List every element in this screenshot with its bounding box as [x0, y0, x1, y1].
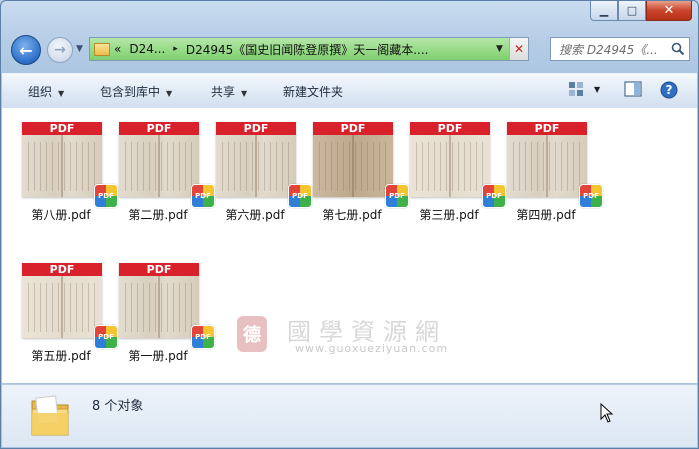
search-icon[interactable] — [667, 42, 689, 56]
search-input[interactable]: 搜索 D24945《... — [559, 41, 667, 58]
address-bar[interactable]: « D24... ▸ D24945《国史旧闻陈登原撰》天一阁藏本.... ▼ ✕ — [89, 37, 529, 61]
pdf-app-icon: PDF — [94, 184, 118, 208]
pdf-thumbnail: PDF PDF — [119, 122, 215, 208]
address-breadcrumb: « D24... ▸ D24945《国史旧闻陈登原撰》天一阁藏本.... ▼ — [90, 38, 512, 60]
include-in-library-label: 包含到库中 — [100, 85, 161, 99]
pdf-app-icon: PDF — [288, 184, 312, 208]
chevron-down-icon: ▼ — [241, 89, 248, 98]
help-icon[interactable]: ? — [660, 81, 678, 102]
recent-pages-dropdown[interactable]: ▼ — [76, 44, 83, 54]
item-count: 8 个对象 — [92, 399, 144, 414]
pdf-label: PDF — [22, 263, 102, 276]
file-name: 第七册.pdf — [322, 208, 382, 222]
mouse-pointer-icon — [600, 402, 614, 426]
maximize-button[interactable]: □ — [618, 1, 646, 21]
svg-text:?: ? — [666, 83, 673, 97]
file-name: 第二册.pdf — [128, 208, 188, 222]
forward-button[interactable]: → — [47, 37, 73, 63]
minimize-button[interactable]: ▁ — [590, 1, 618, 21]
caption-buttons: ▁ □ ✕ — [590, 1, 692, 21]
page-fold — [158, 135, 160, 197]
file-list[interactable]: PDF PDF 第八册.pdf PDF PDF 第二册.pdf PDF PDF — [2, 108, 697, 383]
pdf-label: PDF — [22, 122, 102, 135]
change-view-icon[interactable] — [568, 81, 584, 100]
organize-menu[interactable]: 组织 ▼ — [28, 83, 64, 100]
page-fold — [449, 135, 451, 197]
chevron-down-icon: ▼ — [58, 89, 65, 98]
explorer-window: ▁ □ ✕ ← → ▼ « D24... ▸ D24945《国史旧闻陈登原撰》天… — [0, 0, 699, 449]
page-fold — [61, 135, 63, 197]
pdf-thumbnail: PDF PDF — [22, 263, 118, 349]
organize-label: 组织 — [28, 85, 53, 99]
pdf-label: PDF — [410, 122, 490, 135]
watermark: 德 國學資源網 www.guoxueziyuan.com — [237, 312, 467, 360]
include-in-library-menu[interactable]: 包含到库中 ▼ — [100, 83, 172, 100]
pdf-label: PDF — [216, 122, 296, 135]
pdf-app-icon: PDF — [482, 184, 506, 208]
pdf-thumbnail: PDF PDF — [119, 263, 215, 349]
page-fold — [546, 135, 548, 197]
file-name: 第六册.pdf — [225, 208, 285, 222]
folder-icon — [94, 42, 110, 56]
navigation-bar: ← → ▼ « D24... ▸ D24945《国史旧闻陈登原撰》天一阁藏本..… — [9, 35, 690, 65]
address-overflow-chevron[interactable]: « — [114, 42, 121, 56]
pdf-thumbnail: PDF PDF — [410, 122, 506, 208]
watermark-chinese-text: 國學資源網 — [287, 318, 447, 346]
page-fold — [158, 276, 160, 338]
pdf-label: PDF — [507, 122, 587, 135]
pdf-label: PDF — [119, 263, 199, 276]
pdf-thumbnail: PDF PDF — [22, 122, 118, 208]
page-fold — [255, 135, 257, 197]
pdf-thumbnail: PDF PDF — [313, 122, 409, 208]
close-button[interactable]: ✕ — [646, 1, 692, 21]
address-clear-button[interactable]: ✕ — [509, 38, 528, 60]
file-name: 第一册.pdf — [128, 349, 188, 363]
pdf-app-icon: PDF — [579, 184, 603, 208]
search-box[interactable]: 搜索 D24945《... — [550, 37, 690, 61]
pdf-thumbnail: PDF PDF — [216, 122, 312, 208]
command-bar: 组织 ▼ 包含到库中 ▼ 共享 ▼ 新建文件夹 ▼ ? — [2, 73, 697, 109]
address-dropdown-icon[interactable]: ▼ — [496, 44, 503, 54]
pdf-thumbnail: PDF PDF — [507, 122, 603, 208]
pdf-app-icon: PDF — [191, 184, 215, 208]
file-name: 第三册.pdf — [419, 208, 479, 222]
share-menu[interactable]: 共享 ▼ — [211, 83, 247, 100]
preview-pane-icon[interactable] — [624, 81, 642, 100]
new-folder-button[interactable]: 新建文件夹 — [283, 83, 343, 100]
breadcrumb-separator-icon[interactable]: ▸ — [173, 44, 178, 54]
file-name: 第八册.pdf — [31, 208, 91, 222]
pdf-label: PDF — [119, 122, 199, 135]
details-pane: 8 个对象 — [2, 384, 697, 447]
pdf-label: PDF — [313, 122, 393, 135]
breadcrumb-segment-current[interactable]: D24945《国史旧闻陈登原撰》天一阁藏本.... — [186, 41, 429, 58]
watermark-url: www.guoxueziyuan.com — [295, 342, 449, 355]
pdf-app-icon: PDF — [385, 184, 409, 208]
folder-icon — [28, 393, 72, 437]
watermark-seal: 德 — [237, 316, 267, 352]
page-fold — [61, 276, 63, 338]
page-fold — [352, 135, 354, 197]
view-options-chevron-down-icon[interactable]: ▼ — [594, 85, 600, 94]
share-label: 共享 — [211, 85, 236, 99]
file-name: 第五册.pdf — [31, 349, 91, 363]
back-button[interactable]: ← — [11, 35, 41, 65]
pdf-app-icon: PDF — [191, 325, 215, 349]
breadcrumb-segment-parent[interactable]: D24... — [129, 42, 165, 56]
file-name: 第四册.pdf — [516, 208, 576, 222]
pdf-app-icon: PDF — [94, 325, 118, 349]
chevron-down-icon: ▼ — [166, 89, 173, 98]
